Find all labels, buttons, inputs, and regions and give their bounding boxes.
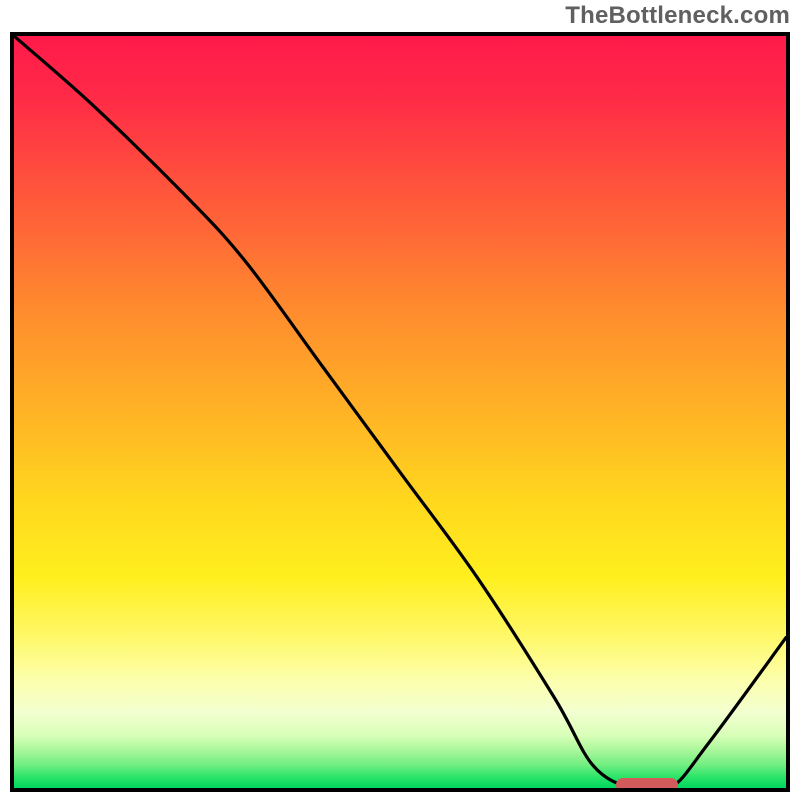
bottleneck-curve xyxy=(14,36,786,788)
optimal-range-marker xyxy=(616,778,678,792)
chart-container: TheBottleneck.com xyxy=(0,0,800,800)
curve-path xyxy=(14,36,786,788)
plot-frame xyxy=(10,32,790,792)
watermark-text: TheBottleneck.com xyxy=(565,2,790,30)
